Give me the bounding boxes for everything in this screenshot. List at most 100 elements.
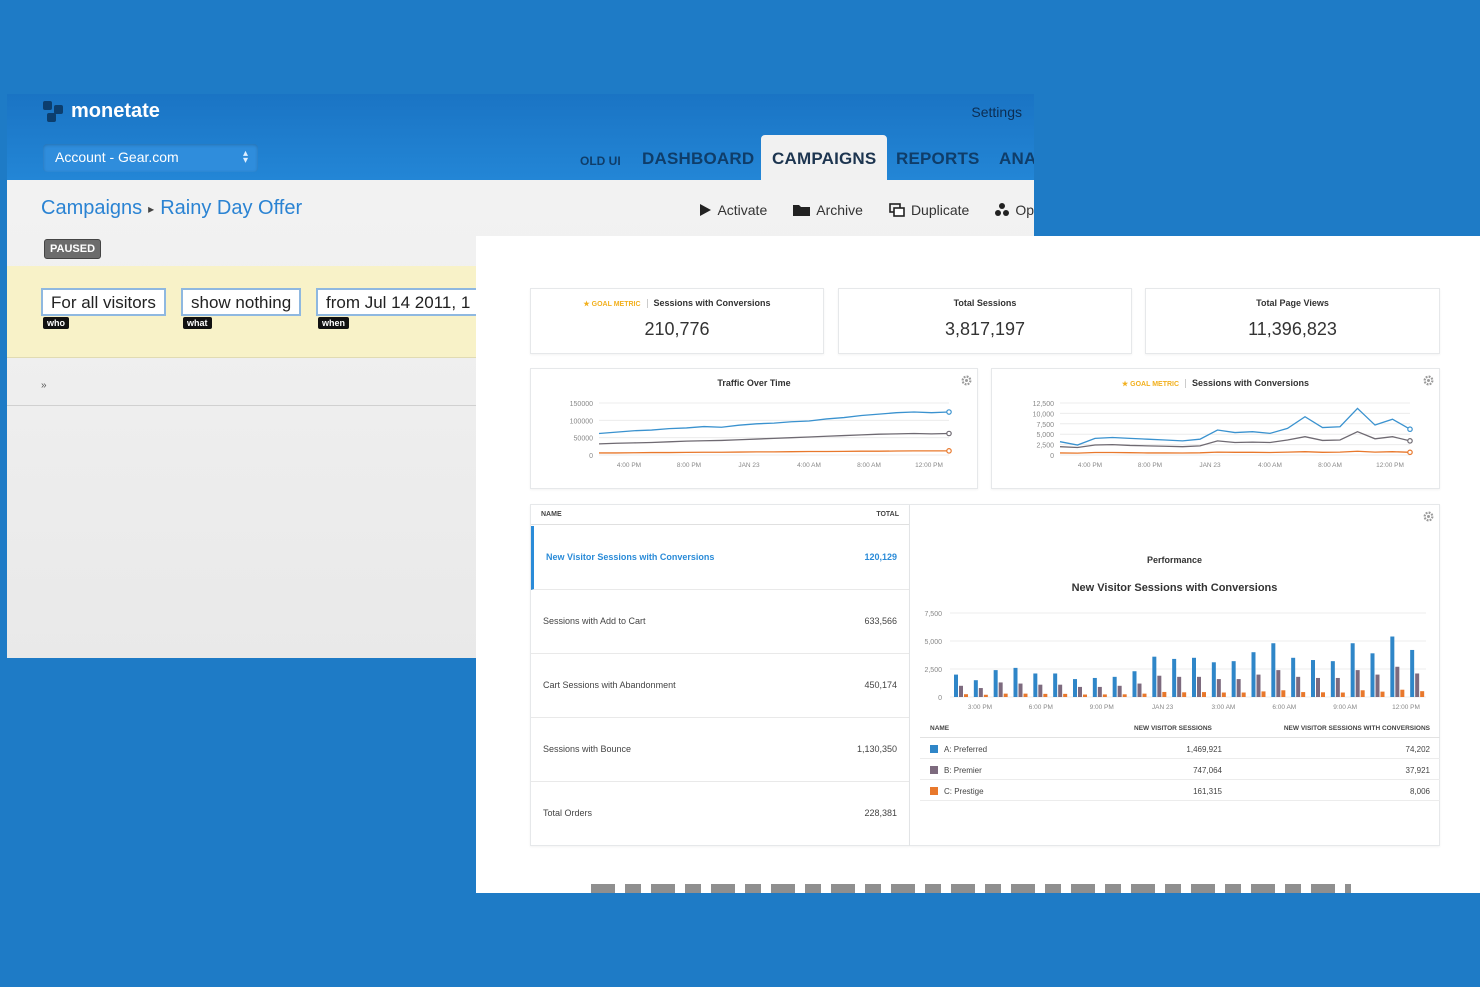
activate-button[interactable]: Activate [699,202,767,218]
y-tick-label: 50000 [574,436,594,443]
performance-title: New Visitor Sessions with Conversions [1071,582,1278,594]
row-name: New Visitor Sessions with Conversions [546,552,715,562]
y-tick-label: 12,500 [1033,401,1055,408]
bar [1197,676,1201,697]
row-total: 1,130,350 [856,744,897,754]
status-badge: PAUSED [44,239,102,259]
legend-col-name: NAME [930,725,950,732]
x-tick-label: 4:00 PM [1078,462,1102,469]
legend-name: A: Preferred [930,745,987,754]
archive-button[interactable]: Archive [793,202,863,218]
bar [1370,653,1375,697]
bar [1063,693,1068,697]
bar [1172,658,1177,697]
bar [1003,693,1008,697]
table-row[interactable]: New Visitor Sessions with Conversions 12… [531,526,909,590]
conversions-line-chart: 12,500 10,000 7,500 5,000 2,500 0 4:00 PM 8:00 … [1033,401,1413,469]
bar [1296,676,1301,697]
metric-title: ★ GOAL METRIC Sessions with Conversions [583,298,771,309]
rule-pill-when[interactable]: from Jul 14 2011, 1 when [316,288,481,329]
metric-title: Total Sessions [953,298,1017,308]
chart-title: Traffic Over Time [717,378,791,388]
nav-tab-reports[interactable]: REPORTS [885,135,991,180]
brand-logo[interactable]: monetate [43,100,160,123]
campaign-actions: Activate Archive Duplicate Op [699,202,1034,218]
x-tick-label: 4:00 AM [797,462,821,469]
bar [1350,643,1355,697]
gear-icon[interactable] [1423,375,1434,386]
legend-row[interactable]: B: Premier 747,064 37,921 [920,759,1440,780]
rule-pill-what[interactable]: show nothing what [181,288,302,329]
x-tick-label: 8:00 AM [857,462,881,469]
bar [1340,692,1345,697]
breadcrumb-current[interactable]: Rainy Day Offer [160,197,302,220]
legend-sessions: 161,315 [1193,787,1222,796]
legend-conversions: 37,921 [1405,766,1430,775]
settings-link[interactable]: Settings [971,104,1022,120]
table-row[interactable]: Cart Sessions with Abandonment 450,174 [531,654,909,718]
bar [1355,670,1360,697]
rule-pill-who[interactable]: For all visitors who [41,288,166,329]
column-header-total: TOTAL [876,511,899,518]
performance-bar-chart: 7,500 5,000 2,500 0 3:00 PM 6:00 PM 9:00 PM JAN… [924,611,1426,711]
row-name: Sessions with Bounce [543,744,632,754]
column-header-name: NAME [541,511,562,518]
nav-tab-dashboard[interactable]: DASHBOARD [631,135,765,180]
bar [1221,692,1226,697]
gear-icon[interactable] [961,375,972,386]
bar [1132,671,1137,697]
legend-row[interactable]: A: Preferred 1,469,921 74,202 [920,738,1440,759]
legend-sessions: 747,064 [1193,766,1222,775]
table-row[interactable]: Sessions with Bounce 1,130,350 [531,718,909,782]
folder-icon [793,205,811,216]
x-tick-label: 12:00 PM [1392,704,1420,711]
rule-pill-what-text: show nothing [191,293,292,312]
nav-old-ui-link[interactable]: OLD UI [580,154,621,168]
table-row[interactable]: Sessions with Add to Cart 633,566 [531,590,909,654]
bar [973,680,978,697]
x-tick-label: 12:00 PM [1376,462,1404,469]
breadcrumb-campaigns[interactable]: Campaigns [41,197,142,220]
bar [1380,691,1385,697]
bar [1291,657,1296,697]
traffic-chart-card: Traffic Over Time 150000 100000 50000 0 4:00… [530,368,978,489]
legend-name: C: Prestige [930,787,984,796]
account-select[interactable]: Account - Gear.com ▴ ▾ [43,144,258,172]
series-line [598,411,950,435]
bar [1375,674,1380,697]
gear-icon[interactable] [1423,511,1434,522]
nav-tab-campaigns[interactable]: CAMPAIGNS [761,135,888,180]
play-icon [700,204,712,216]
bar [983,694,988,697]
expand-icon[interactable]: » [41,380,47,391]
bar [993,670,998,697]
bar [1122,694,1127,697]
y-tick-label: 0 [589,453,593,460]
table-row[interactable]: Total Orders 228,381 [531,782,909,846]
bar [964,694,968,697]
chart-title: ★ GOAL METRIC Sessions with Conversions [1121,378,1310,389]
bar [1192,657,1196,697]
duplicate-button[interactable]: Duplicate [889,202,969,218]
rule-pill-who-text: For all visitors [51,293,156,312]
nav-tab-analytics[interactable]: ANA [988,135,1034,180]
metric-card-conversions[interactable]: ★ GOAL METRIC Sessions with Conversions 2… [530,288,824,354]
bar [1023,693,1028,697]
y-tick-label: 0 [1050,453,1054,460]
bar [1117,685,1122,697]
swatch-icon [930,787,938,795]
metric-card-page-views[interactable]: Total Page Views 11,396,823 [1145,288,1440,354]
y-tick-label: 10,000 [1033,411,1055,418]
legend-conversions: 74,202 [1405,745,1430,754]
duplicate-label: Duplicate [910,202,970,218]
row-total: 450,174 [864,680,897,690]
bar [1395,666,1400,697]
metric-card-total-sessions[interactable]: Total Sessions 3,817,197 [838,288,1132,354]
x-tick-label: 6:00 PM [1029,704,1053,711]
bar [1420,691,1425,697]
y-tick-label: 2,500 [1036,443,1054,450]
options-button[interactable]: Op [995,202,1034,218]
legend-conversions: 8,006 [1409,787,1430,796]
legend-row[interactable]: C: Prestige 161,315 8,006 [920,780,1440,801]
brand-name: monetate [71,100,160,122]
